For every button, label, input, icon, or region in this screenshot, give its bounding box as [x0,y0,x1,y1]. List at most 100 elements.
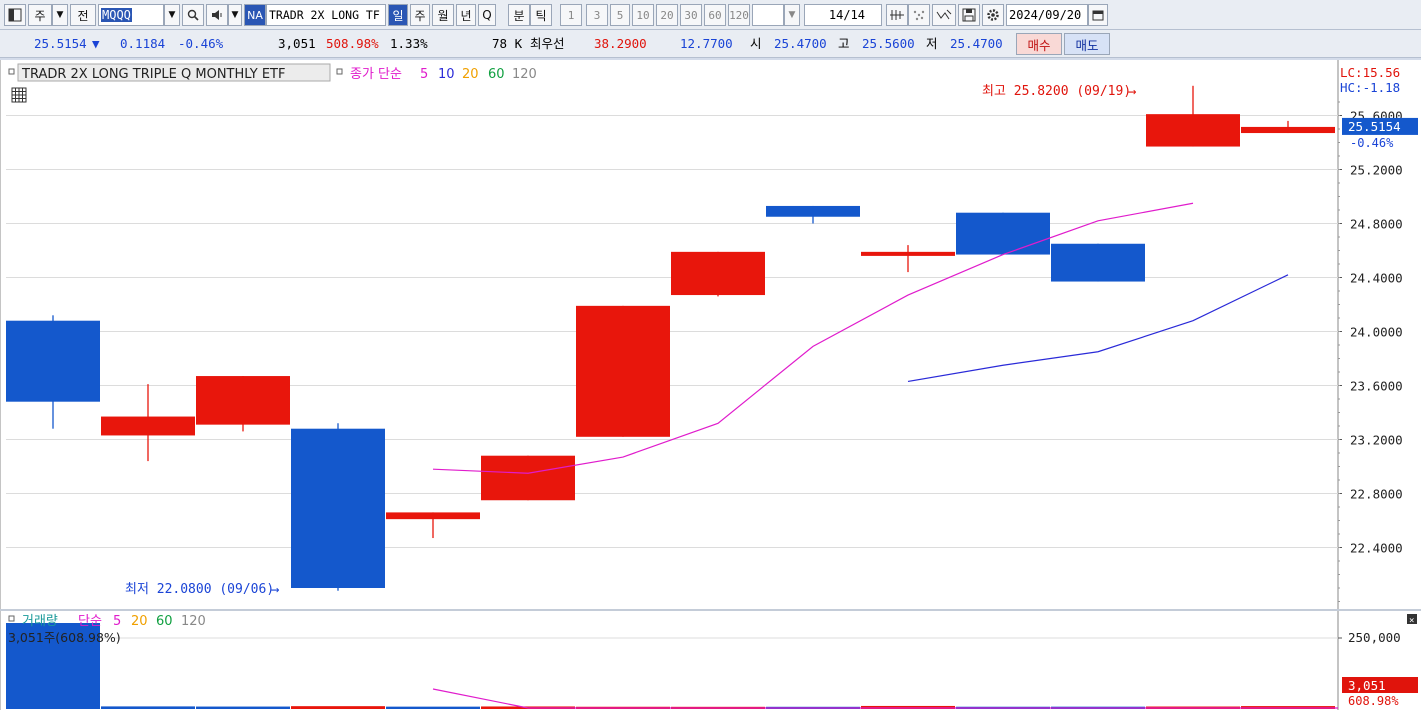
volume-last-label: 3,051 [1348,678,1386,693]
legend-marker-icon [8,68,15,75]
count-total: /14 [843,8,865,22]
candle-body [291,428,385,588]
hc-label: HC:-1.18 [1340,80,1400,95]
interval-button-60[interactable]: 60 [704,4,726,26]
period-tab-4[interactable]: Q [478,4,496,26]
price-tick-label: 23.2000 [1350,433,1403,448]
candle-type-icon[interactable] [886,4,908,26]
interval-button-120[interactable]: 120 [728,4,750,26]
period-tab-5[interactable]: 분 [508,4,530,26]
date-input[interactable]: 2024/09/20 [1006,4,1088,26]
window-icon[interactable] [4,4,26,26]
current-price: 25.5154 [34,36,87,51]
count-field[interactable]: 14/14 [804,4,882,26]
change-arrow-icon: ▼ [92,36,100,51]
price-tick-label: 24.8000 [1350,217,1403,232]
price-change: 0.1184 [120,36,166,51]
lc-label: LC:15.56 [1340,65,1400,80]
market-dropdown-icon[interactable]: ▼ [52,4,68,26]
volume-legend-label: 단순 [78,614,102,629]
best-ask: 38.2900 [594,36,647,51]
volume-bar [196,706,290,709]
interval-button-3[interactable]: 3 [586,4,608,26]
close-panel-glyph: × [1409,616,1414,626]
interval-button-5[interactable]: 5 [610,4,630,26]
ma-legend-period-5: 5 [420,67,428,82]
low-annotation: 최저 22.0800 (09/06) [125,582,274,597]
scatter-icon[interactable] [908,4,930,26]
ma-legend-period-120: 120 [512,67,537,82]
volume-tick-label: 250,000 [1348,630,1401,645]
calendar-icon[interactable] [1088,4,1108,26]
open-label: 시 [750,36,762,51]
volume-ma-legend-120: 120 [181,614,206,629]
candle-body [481,455,575,501]
interval-button-30[interactable]: 30 [680,4,702,26]
symbol-code-text: MQQQ [101,8,132,22]
chart-title: TRADR 2X LONG TRIPLE Q MONTHLY ETF [21,67,285,82]
interval-button-20[interactable]: 20 [656,4,678,26]
volume-info: 3,051주(608.98%) [8,630,121,645]
count-value: 14 [828,8,844,22]
search-icon[interactable] [182,4,204,26]
open-value: 25.4700 [774,36,827,51]
symbol-dropdown-icon[interactable]: ▼ [164,4,180,26]
volume-bar [101,706,195,709]
last-price-label: 25.5154 [1348,119,1401,134]
candle-body [861,251,955,256]
candle-body [1051,243,1145,282]
volume-value: 3,051 [278,36,316,51]
candle-body [6,320,100,402]
interval-button-10[interactable]: 10 [632,4,654,26]
volume-ma-legend-5: 5 [113,614,121,629]
volume-bar [291,706,385,709]
period-tab-0[interactable]: 일 [388,4,408,26]
buy-button[interactable]: 매수 [1016,33,1062,55]
sell-button[interactable]: 매도 [1064,33,1110,55]
price-tick-label: 22.4000 [1350,541,1403,556]
period-tab-1[interactable]: 주 [410,4,430,26]
ma-legend-label: 종가 단순 [350,67,402,82]
book-volume: 78 K [492,36,523,51]
volume-title: 거래량 [22,614,58,629]
volume-legend-marker-icon [8,615,15,622]
high-value: 25.5600 [862,36,915,51]
price-change-pct: -0.46% [178,36,224,51]
ma-legend-period-20: 20 [462,67,479,82]
period-tab-6[interactable]: 틱 [530,4,552,26]
candle-body [576,305,670,437]
price-tick-label: 24.0000 [1350,325,1403,340]
ma-legend-period-10: 10 [438,67,455,82]
best-label: 최우선 [530,36,565,51]
gear-icon[interactable] [982,4,1004,26]
low-label: 저 [926,36,938,51]
all-toggle[interactable]: 전 [70,4,96,26]
speaker-icon[interactable] [206,4,228,26]
na-badge: NA [244,4,266,26]
period-tab-3[interactable]: 년 [456,4,476,26]
interval-custom-input[interactable] [752,4,784,26]
price-tick-label: 25.2000 [1350,163,1403,178]
price-tick-label: 23.6000 [1350,379,1403,394]
legend-marker-icon [336,68,343,75]
volume-ma-legend-20: 20 [131,614,148,629]
volume-bar [386,706,480,709]
volume-ma-legend-60: 60 [156,614,173,629]
candle-body [671,251,765,296]
interval-button-1[interactable]: 1 [560,4,582,26]
candle-body [386,512,480,520]
volume-last-pct: 608.98% [1348,694,1399,708]
symbol-name-field: TRADR 2X LONG TF [266,4,386,26]
symbol-code-input[interactable]: MQQQ [98,4,164,26]
period-tab-2[interactable]: 월 [432,4,454,26]
main-toolbar: 주 ▼ 전 MQQQ ▼ ▼ NA TRADR 2X LONG TF 일주월년Q… [0,0,1421,30]
save-icon[interactable] [958,4,980,26]
interval-dropdown-icon[interactable]: ▼ [784,4,800,26]
market-select[interactable]: 주 [28,4,52,26]
speaker-dropdown-icon[interactable]: ▼ [228,4,242,26]
last-change-label: -0.46% [1350,136,1394,150]
candle-body [956,212,1050,255]
price-chart[interactable]: 25.600025.200024.800024.400024.000023.60… [0,60,1421,710]
crosshair-icon[interactable] [932,4,956,26]
price-tick-label: 22.8000 [1350,487,1403,502]
